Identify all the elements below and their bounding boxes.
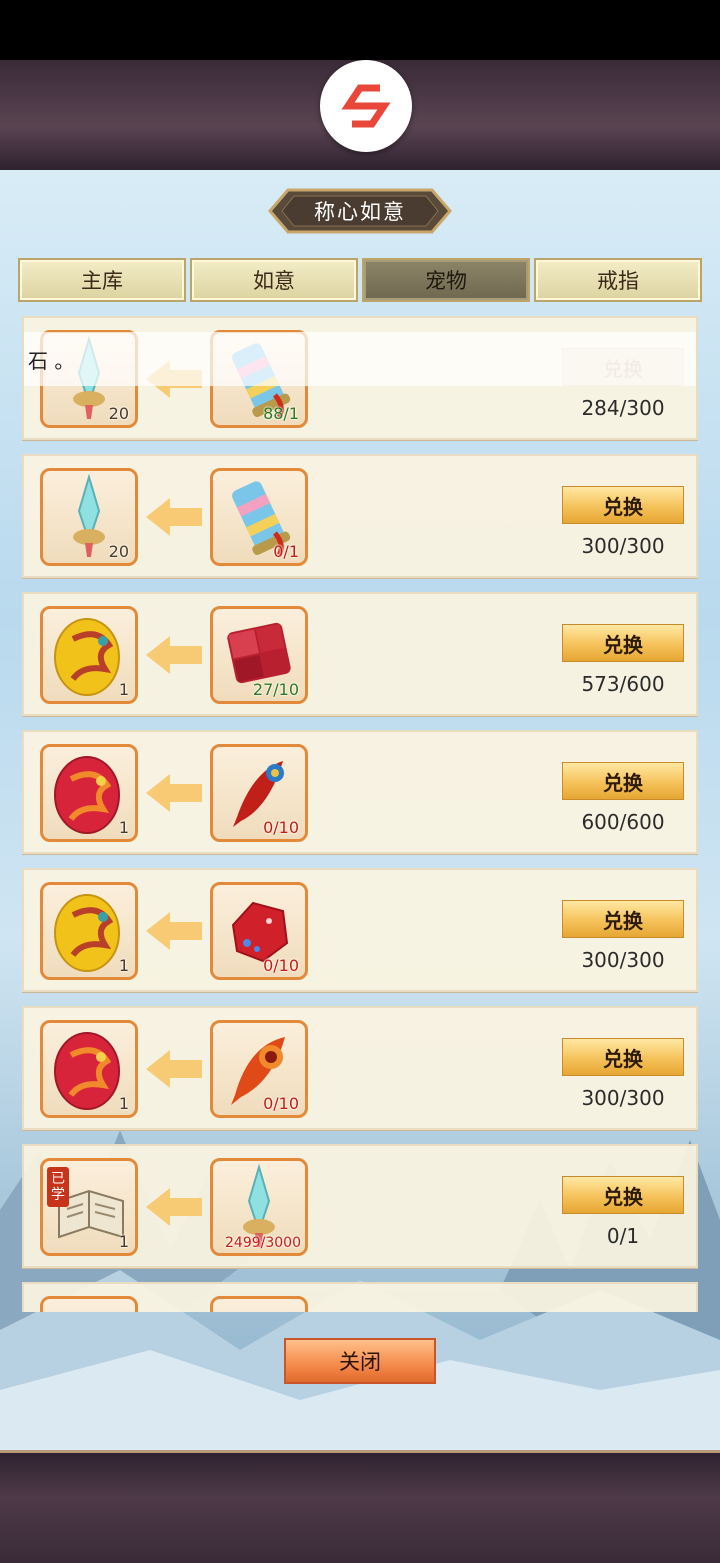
exchange-progress: 600/600 — [581, 810, 665, 834]
tab-ruyi[interactable]: 如意 — [190, 258, 358, 302]
reward-slot[interactable]: 20 — [40, 468, 138, 566]
cost-slot[interactable] — [210, 1296, 308, 1312]
cost-slot[interactable]: 27/10 — [210, 606, 308, 704]
exchange-button[interactable]: 兑换 — [562, 1176, 684, 1214]
exchange-button[interactable]: 兑换 — [562, 486, 684, 524]
exchange-progress: 573/600 — [581, 672, 665, 696]
exchange-progress: 284/300 — [581, 396, 665, 420]
cost-count: 2499/3000 — [225, 1235, 301, 1251]
arrow-left-icon — [146, 1188, 202, 1226]
reward-count: 1 — [118, 1232, 129, 1251]
close-button[interactable]: 关闭 — [284, 1338, 436, 1384]
exchange-list[interactable]: 20 88/1 兑换 284/300 — [22, 312, 698, 1312]
cost-slot[interactable]: 0/10 — [210, 882, 308, 980]
exchange-row: 已学 1 2499/3000 兑换 0/1 — [22, 1144, 698, 1268]
reward-count: 1 — [118, 818, 129, 837]
reward-slot[interactable]: 1 — [40, 1020, 138, 1118]
app-logo — [320, 60, 412, 152]
arrow-left-icon — [146, 912, 202, 950]
cost-slot[interactable]: 0/10 — [210, 1020, 308, 1118]
arrow-left-icon — [146, 636, 202, 674]
exchange-progress: 300/300 — [581, 1086, 665, 1110]
cost-slot[interactable]: 2499/3000 — [210, 1158, 308, 1256]
learned-badge: 已学 — [51, 1171, 65, 1203]
cost-count: 0/1 — [273, 542, 299, 561]
exchange-progress: 300/300 — [581, 948, 665, 972]
cost-count: 88/1 — [263, 404, 299, 423]
tab-rings[interactable]: 戒指 — [534, 258, 702, 302]
tab-pets[interactable]: 宠物 — [362, 258, 530, 302]
reward-slot[interactable] — [40, 1296, 138, 1312]
cost-count: 27/10 — [252, 680, 299, 699]
exchange-row: 1 27/10 兑换 573/600 — [22, 592, 698, 716]
category-tabs: 主库 如意 宠物 戒指 — [18, 258, 702, 302]
exchange-row-partial — [22, 1282, 698, 1312]
arrow-left-icon — [146, 498, 202, 536]
exchange-row: 20 0/1 兑换 300/300 — [22, 454, 698, 578]
arrow-left-icon — [146, 774, 202, 812]
reward-count: 1 — [118, 956, 129, 975]
exchange-button[interactable]: 兑换 — [562, 624, 684, 662]
status-bar — [0, 0, 720, 60]
exchange-button[interactable]: 兑换 — [562, 762, 684, 800]
exchange-button[interactable]: 兑换 — [562, 1038, 684, 1076]
cost-count: 0/10 — [263, 1094, 299, 1113]
exchange-row: 1 0/10 兑换 300/300 — [22, 868, 698, 992]
cost-slot[interactable]: 0/10 — [210, 744, 308, 842]
exchange-progress: 0/1 — [606, 1224, 640, 1248]
exchange-progress: 300/300 — [581, 534, 665, 558]
exchange-row: 1 0/10 兑换 300/300 — [22, 1006, 698, 1130]
reward-slot[interactable]: 已学 1 — [40, 1158, 138, 1256]
cost-slot[interactable]: 0/1 — [210, 468, 308, 566]
tab-main-library[interactable]: 主库 — [18, 258, 186, 302]
reward-count: 20 — [108, 404, 129, 423]
toast-message: 石 。 — [24, 332, 696, 386]
reward-slot[interactable]: 1 — [40, 744, 138, 842]
exchange-row: 1 0/10 兑换 600/600 — [22, 730, 698, 854]
reward-slot[interactable]: 1 — [40, 882, 138, 980]
reward-count: 1 — [118, 680, 129, 699]
logo-icon — [341, 84, 391, 128]
cost-count: 0/10 — [263, 818, 299, 837]
exchange-button[interactable]: 兑换 — [562, 900, 684, 938]
reward-count: 20 — [108, 542, 129, 561]
reward-slot[interactable]: 1 — [40, 606, 138, 704]
cost-count: 0/10 — [263, 956, 299, 975]
window-title: 称心如意 — [314, 200, 406, 224]
bottom-frame — [0, 1450, 720, 1563]
reward-count: 1 — [118, 1094, 129, 1113]
window-title-plate: 称心如意 — [268, 188, 452, 234]
arrow-left-icon — [146, 1050, 202, 1088]
